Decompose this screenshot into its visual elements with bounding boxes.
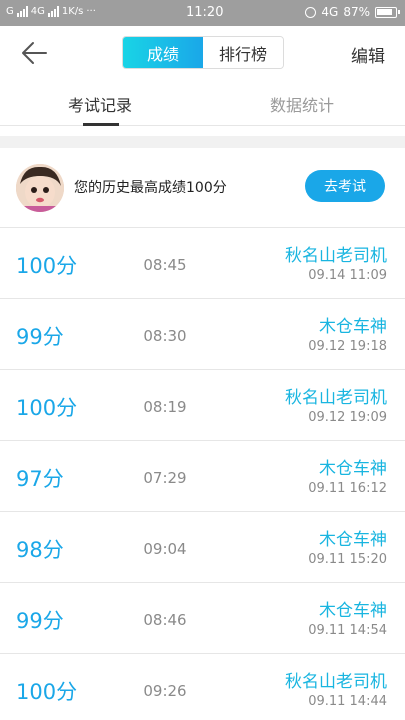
record-date: 09.12 19:18 bbox=[308, 339, 387, 354]
record-user-name: 木仓车神 bbox=[319, 601, 387, 621]
record-duration: 07:29 bbox=[143, 469, 187, 487]
edit-button[interactable]: 编辑 bbox=[351, 42, 385, 67]
network-type-label: 4G bbox=[30, 6, 45, 17]
record-duration: 08:46 bbox=[143, 611, 187, 629]
record-score: 99分 bbox=[16, 609, 64, 633]
list-item[interactable]: 100分 09:26 秋名山老司机 09.11 14:44 bbox=[0, 654, 405, 720]
record-date: 09.14 11:09 bbox=[308, 268, 387, 283]
record-score: 99分 bbox=[16, 325, 64, 349]
record-duration: 08:19 bbox=[143, 398, 187, 416]
record-user-name: 木仓车神 bbox=[319, 459, 387, 479]
battery-icon bbox=[375, 6, 400, 18]
record-duration: 09:26 bbox=[143, 682, 187, 700]
list-item[interactable]: 99分 08:30 木仓车神 09.12 19:18 bbox=[0, 299, 405, 370]
sub-tabs: 考试记录 数据统计 bbox=[0, 80, 405, 126]
records-list: 100分 08:45 秋名山老司机 09.14 11:09 99分 08:30 … bbox=[0, 228, 405, 720]
avatar-image bbox=[16, 164, 64, 212]
record-score: 100分 bbox=[16, 680, 78, 704]
arrow-left-icon bbox=[22, 42, 47, 64]
back-button[interactable] bbox=[20, 40, 50, 66]
signal-icon bbox=[47, 6, 59, 17]
record-date: 09.11 14:54 bbox=[308, 623, 387, 638]
section-divider bbox=[0, 136, 405, 148]
record-date: 09.11 14:44 bbox=[308, 694, 387, 709]
tab-leaderboard[interactable]: 排行榜 bbox=[203, 37, 283, 68]
list-item[interactable]: 99分 08:46 木仓车神 09.11 14:54 bbox=[0, 583, 405, 654]
signal-icon bbox=[16, 6, 28, 17]
record-user-name: 秋名山老司机 bbox=[285, 388, 387, 408]
take-exam-button[interactable]: 去考试 bbox=[305, 170, 385, 202]
status-time: 11:20 bbox=[186, 5, 224, 20]
record-date: 09.12 19:09 bbox=[308, 410, 387, 425]
record-user-name: 木仓车神 bbox=[319, 317, 387, 337]
list-item[interactable]: 97分 07:29 木仓车神 09.11 16:12 bbox=[0, 441, 405, 512]
tab-scores[interactable]: 成绩 bbox=[123, 37, 203, 68]
tab-statistics[interactable]: 数据统计 bbox=[270, 92, 334, 116]
record-duration: 08:30 bbox=[143, 327, 187, 345]
tab-exam-records[interactable]: 考试记录 bbox=[68, 92, 132, 116]
more-notifications-icon: ··· bbox=[86, 6, 96, 17]
list-item[interactable]: 98分 09:04 木仓车神 09.11 15:20 bbox=[0, 512, 405, 583]
best-score-banner: 您的历史最高成绩100分 去考试 bbox=[0, 148, 405, 228]
list-item[interactable]: 100分 08:19 秋名山老司机 09.12 19:09 bbox=[0, 370, 405, 441]
record-date: 09.11 15:20 bbox=[308, 552, 387, 567]
record-duration: 09:04 bbox=[143, 540, 187, 558]
segmented-control: 成绩 排行榜 bbox=[122, 36, 284, 69]
record-date: 09.11 16:12 bbox=[308, 481, 387, 496]
network-label: 4G bbox=[321, 5, 339, 19]
record-user-name: 秋名山老司机 bbox=[285, 672, 387, 692]
record-score: 98分 bbox=[16, 538, 64, 562]
status-bar: G 4G 1K/s ··· 11:20 4G 87% bbox=[0, 0, 405, 26]
list-item[interactable]: 100分 08:45 秋名山老司机 09.14 11:09 bbox=[0, 228, 405, 299]
avatar[interactable] bbox=[16, 164, 64, 212]
record-user-name: 木仓车神 bbox=[319, 530, 387, 550]
record-user-name: 秋名山老司机 bbox=[285, 246, 387, 266]
header: 成绩 排行榜 编辑 bbox=[0, 26, 405, 80]
carrier-label: G bbox=[6, 6, 14, 17]
status-right: 4G 87% bbox=[305, 5, 400, 19]
alarm-icon bbox=[305, 6, 317, 18]
best-score-text: 您的历史最高成绩100分 bbox=[74, 180, 227, 196]
status-left: G 4G 1K/s ··· bbox=[6, 6, 96, 17]
network-speed: 1K/s bbox=[61, 6, 84, 17]
record-score: 100分 bbox=[16, 396, 78, 420]
battery-percent: 87% bbox=[343, 5, 370, 19]
record-score: 100分 bbox=[16, 254, 78, 278]
active-tab-indicator bbox=[83, 123, 119, 126]
record-score: 97分 bbox=[16, 467, 64, 491]
record-duration: 08:45 bbox=[143, 256, 187, 274]
